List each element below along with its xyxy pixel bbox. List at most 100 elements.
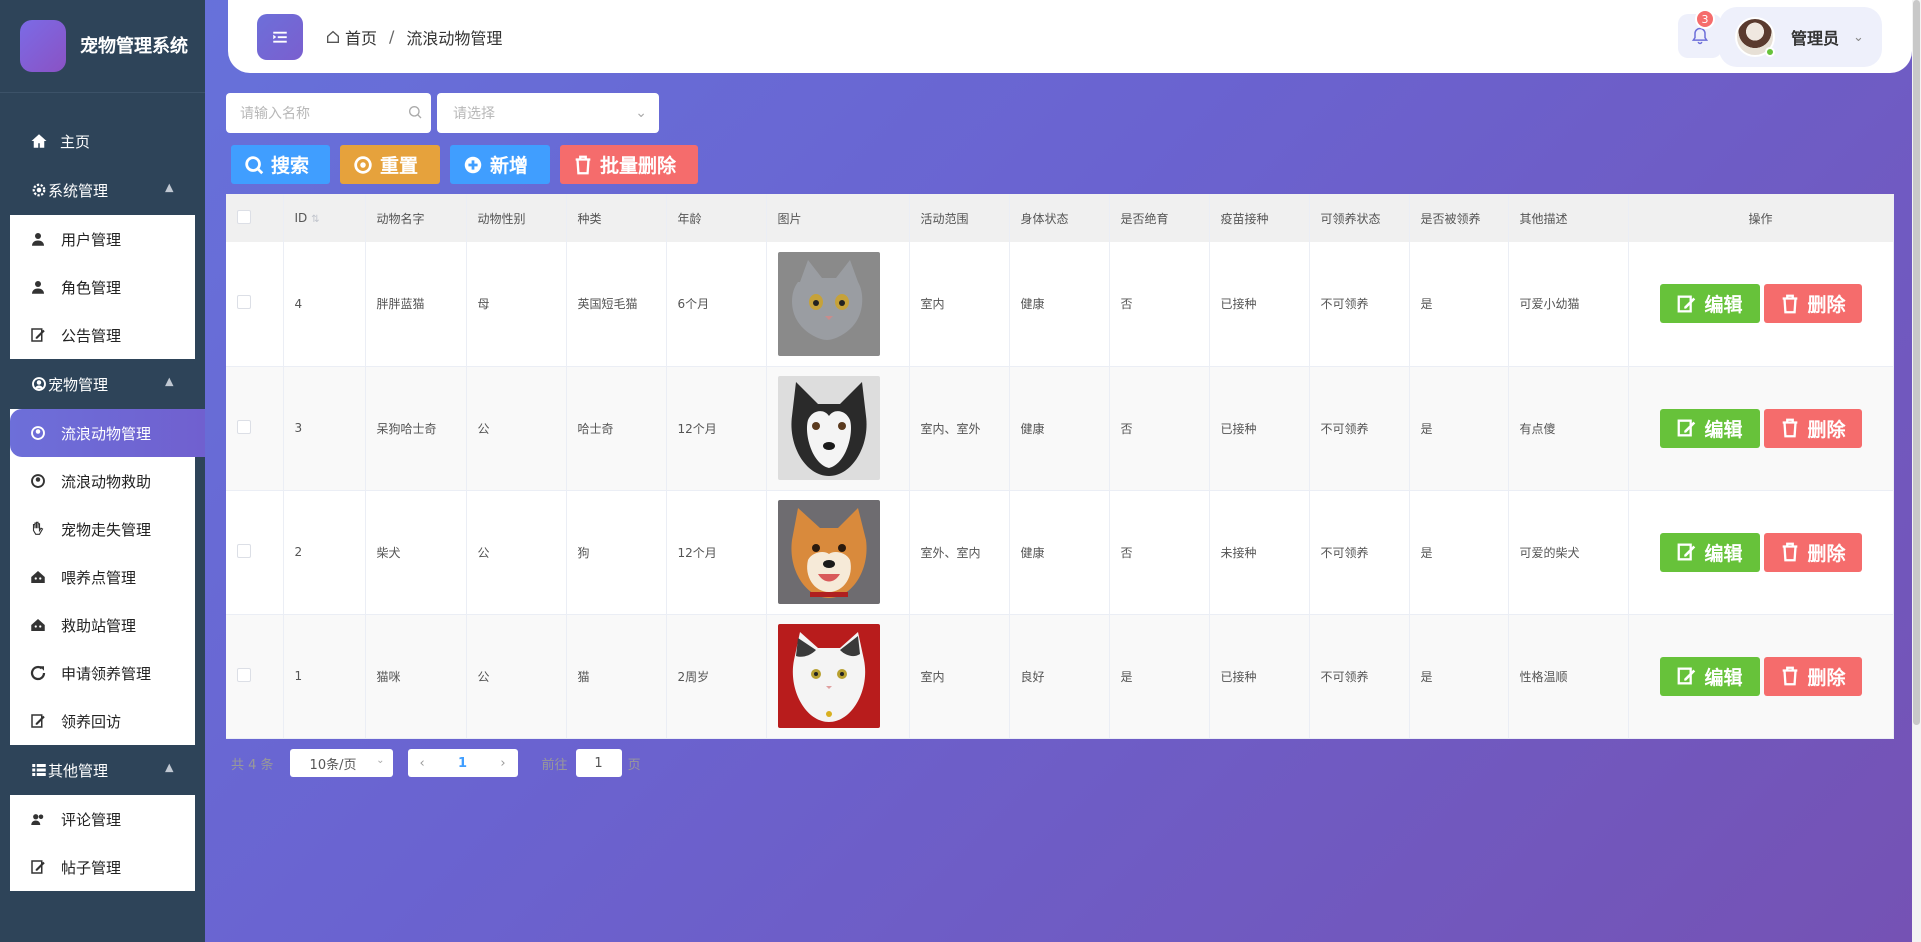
scrollbar-thumb[interactable]: [1913, 0, 1920, 725]
hand-icon: [29, 520, 47, 538]
column-header: 是否绝育: [1109, 194, 1210, 242]
sidebar-item-adoption-followup[interactable]: 领养回访: [10, 697, 195, 745]
chevron-up-icon: ▼: [164, 762, 173, 775]
sidebar-item-label: 宠物走失管理: [61, 520, 152, 539]
delete-button[interactable]: 删除: [1763, 408, 1862, 448]
cell-species: 英国短毛猫: [566, 242, 667, 367]
pet-photo[interactable]: [777, 500, 909, 604]
prev-page-button[interactable]: ‹: [420, 756, 425, 771]
breadcrumb-separator: /: [389, 27, 395, 46]
cell-vaccine: 已接种: [1209, 242, 1310, 367]
cell-adoptable: 不可领养: [1309, 490, 1410, 615]
user-menu[interactable]: 管理员 ⌄: [1719, 7, 1882, 67]
menu-group-other[interactable]: 其他管理 ▼: [0, 745, 205, 795]
cell-id: 3: [283, 366, 366, 491]
list-icon: [30, 761, 48, 779]
sidebar-item-users[interactable]: 用户管理: [10, 215, 195, 263]
row-checkbox[interactable]: [237, 543, 251, 558]
delete-button[interactable]: 删除: [1763, 656, 1862, 696]
pagination-total: 共 4 条: [231, 757, 274, 773]
current-page[interactable]: 1: [458, 756, 467, 771]
cell-id: 4: [283, 242, 366, 367]
sidebar-item-comments[interactable]: 评论管理: [10, 795, 195, 843]
menu-item-home[interactable]: 主页: [0, 117, 205, 165]
edit-button-label: 编辑: [1704, 418, 1743, 441]
edit-doc-icon: [29, 858, 47, 876]
menu-group-system[interactable]: 系统管理 ▼: [0, 165, 205, 215]
cell-adopted: 是: [1409, 490, 1509, 615]
home-icon: [30, 132, 48, 150]
notification-badge: 3: [1695, 9, 1715, 29]
trash-icon: [1779, 541, 1801, 563]
breadcrumb-home[interactable]: 首页: [345, 25, 377, 49]
table-header-row: ID ⇅ 动物名字 动物性别 种类 年龄 图片 活动范围 身体状态 是否绝育 疫苗…: [226, 194, 1894, 242]
house-icon: [29, 616, 47, 634]
menu-toggle-button[interactable]: [257, 13, 303, 60]
menu-fold-icon: [273, 31, 287, 43]
page-scrollbar[interactable]: [1912, 0, 1921, 942]
menu-group-pets[interactable]: 宠物管理 ▼: [0, 359, 205, 409]
sidebar-item-stray-animals[interactable]: 流浪动物管理: [10, 409, 205, 457]
next-page-button[interactable]: ›: [500, 756, 505, 771]
cell-age: 2周岁: [666, 614, 767, 739]
edit-button[interactable]: 编辑: [1659, 532, 1760, 572]
page-size-select[interactable]: 10条/页 ⌄: [289, 749, 393, 777]
sidebar-item-notices[interactable]: 公告管理: [10, 311, 195, 359]
cell-image: [766, 242, 910, 367]
sort-icon[interactable]: ⇅: [311, 214, 319, 225]
sidebar-item-stray-rescue[interactable]: 流浪动物救助: [10, 457, 195, 505]
pet-photo[interactable]: [777, 624, 909, 728]
chevron-up-icon: ▼: [164, 376, 173, 389]
cell-desc: 性格温顺: [1508, 614, 1629, 739]
table-row: 2 柴犬公狗 12个月 室外、室内 健康否未接种 不可领养是可爱的柴犬 编辑 删除: [226, 490, 1894, 615]
category-select[interactable]: 请选择 ⌄: [437, 93, 659, 133]
chevron-down-icon: ⌄: [635, 105, 647, 121]
select-all-cell: [226, 194, 284, 242]
sidebar-item-rescue-stations[interactable]: 救助站管理: [10, 601, 195, 649]
pet-photo[interactable]: [777, 376, 909, 480]
row-checkbox[interactable]: [237, 667, 251, 682]
sidebar-item-roles[interactable]: 角色管理: [10, 263, 195, 311]
goto-label: 前往: [541, 757, 568, 773]
table-row: 4 胖胖蓝猫母英国短毛猫 6个月 室内 健康否已接种 不可领养是可爱小幼猫 编辑 删除: [226, 242, 1894, 367]
edit-button-label: 编辑: [1704, 666, 1743, 689]
batch-delete-button[interactable]: 批量删除: [560, 145, 698, 184]
breadcrumb-current: 流浪动物管理: [406, 28, 503, 48]
cell-vaccine: 未接种: [1209, 490, 1310, 615]
sidebar-item-lost-pets[interactable]: 宠物走失管理: [10, 505, 195, 553]
select-all-checkbox[interactable]: [237, 209, 251, 224]
column-header[interactable]: ID ⇅: [283, 194, 366, 242]
page-nav: ‹ 1 ›: [407, 749, 518, 777]
pet-photo[interactable]: [777, 251, 909, 356]
cell-adopted: 是: [1409, 614, 1509, 739]
cell-actions: 编辑 删除: [1628, 614, 1894, 739]
delete-button[interactable]: 删除: [1763, 532, 1862, 572]
cell-adoptable: 不可领养: [1309, 242, 1410, 367]
column-header: 是否被领养: [1409, 194, 1509, 242]
sidebar-item-feeding-points[interactable]: 喂养点管理: [10, 553, 195, 601]
chevron-up-icon: ▼: [164, 182, 173, 195]
cell-desc: 可爱小幼猫: [1508, 242, 1629, 367]
sidebar-item-posts[interactable]: 帖子管理: [10, 843, 195, 891]
row-checkbox[interactable]: [237, 419, 251, 434]
delete-button[interactable]: 删除: [1763, 284, 1862, 324]
sidebar-item-label: 公告管理: [61, 326, 122, 345]
home-outline-icon: [325, 29, 341, 45]
cell-range: 室内、室外: [909, 366, 1010, 491]
sidebar-item-adoption-requests[interactable]: 申请领养管理: [10, 649, 195, 697]
add-button[interactable]: 新增: [450, 145, 550, 184]
sidebar-item-label: 救助站管理: [61, 616, 137, 635]
sidebar: 宠物管理系统 主页 系统管理 ▼ 用户管理 角色管理 公告管理 宠物管理 ▼ 流…: [0, 0, 205, 942]
edit-button[interactable]: 编辑: [1659, 656, 1760, 696]
select-placeholder: 请选择: [453, 106, 495, 122]
search-button[interactable]: 搜索: [231, 145, 330, 184]
goto-page-input[interactable]: 1: [575, 749, 622, 777]
role-icon: [29, 278, 47, 296]
name-search-input[interactable]: [240, 105, 400, 121]
search-icon: [243, 154, 265, 176]
edit-button[interactable]: 编辑: [1659, 284, 1760, 324]
row-checkbox[interactable]: [237, 295, 251, 310]
pet-icon: [29, 472, 47, 490]
reset-button[interactable]: 重置: [340, 145, 440, 184]
edit-button[interactable]: 编辑: [1659, 408, 1760, 448]
